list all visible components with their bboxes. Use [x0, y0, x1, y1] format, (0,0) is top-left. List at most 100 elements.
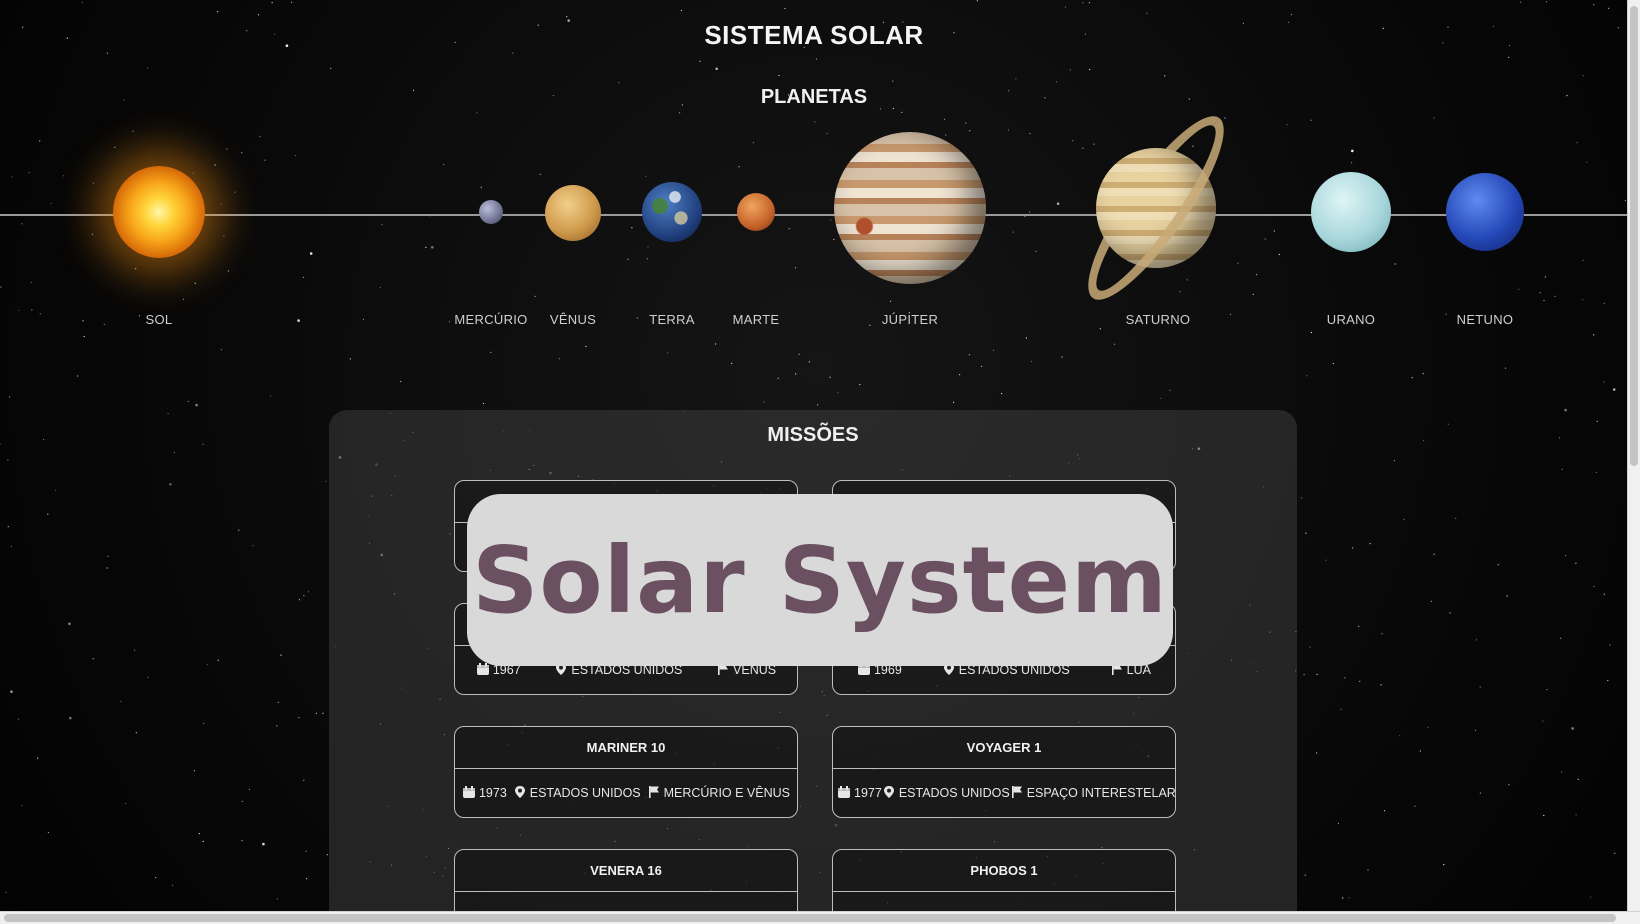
- star: [1603, 593, 1605, 595]
- star: [1088, 1, 1090, 4]
- star: [953, 401, 955, 403]
- planets-heading: PLANETAS: [760, 86, 868, 108]
- star: [1264, 238, 1266, 240]
- star: [277, 701, 279, 703]
- star: [476, 112, 478, 114]
- mission-country-value: ESTADOS UNIDOS: [529, 786, 641, 800]
- star: [814, 121, 816, 123]
- star: [715, 67, 718, 71]
- star: [217, 11, 219, 13]
- star: [1559, 437, 1561, 439]
- star: [1543, 814, 1545, 817]
- sun-image[interactable]: [113, 166, 205, 258]
- star: [241, 840, 243, 842]
- star: [202, 443, 204, 445]
- star: [1337, 822, 1339, 825]
- star: [0, 443, 1, 445]
- star: [959, 374, 961, 376]
- star: [1414, 805, 1416, 807]
- star: [1359, 680, 1361, 683]
- star: [1310, 119, 1312, 121]
- star: [1506, 595, 1508, 597]
- star: [943, 118, 946, 120]
- label-neptune: NETUNO: [1456, 312, 1514, 327]
- star: [305, 850, 307, 852]
- label-earth: TERRA: [649, 312, 695, 327]
- star: [39, 313, 41, 315]
- jupiter-image[interactable]: [834, 132, 986, 284]
- star: [302, 276, 304, 278]
- star: [1273, 230, 1275, 232]
- star: [1113, 343, 1116, 345]
- star: [1542, 720, 1544, 722]
- mission-year: 1973: [462, 785, 507, 802]
- calendar-icon: [476, 662, 490, 679]
- star: [539, 173, 541, 175]
- mercury-image[interactable]: [479, 200, 503, 224]
- horizontal-scroll-thumb[interactable]: [4, 914, 1616, 922]
- star: [252, 545, 254, 547]
- star: [826, 132, 828, 135]
- star: [31, 309, 33, 311]
- mission-info: 1977 ESTADOS UNIDOS ESPAÇO INTERESTELAR: [833, 769, 1175, 817]
- star: [135, 732, 137, 734]
- star: [715, 343, 717, 345]
- star: [1575, 814, 1577, 816]
- star: [636, 317, 638, 319]
- star: [362, 318, 364, 320]
- star: [1497, 564, 1499, 566]
- star: [443, 163, 445, 166]
- star: [1304, 874, 1306, 876]
- star: [379, 287, 381, 289]
- star: [784, 7, 786, 10]
- star: [291, 1, 293, 3]
- star: [777, 377, 779, 379]
- star: [322, 712, 324, 714]
- star: [1403, 518, 1405, 521]
- star: [138, 315, 140, 317]
- star: [1564, 408, 1567, 412]
- mission-card[interactable]: VOYAGER 1 1977 ESTADOS UNIDOS ESPAÇO INTERE…: [832, 726, 1176, 818]
- missions-heading: MISSÕES: [767, 424, 859, 446]
- star: [1358, 625, 1360, 628]
- star: [7, 459, 9, 461]
- star: [192, 172, 194, 174]
- mission-card[interactable]: MARINER 10 1973 ESTADOS UNIDOS MERCÚRIO E V…: [454, 726, 798, 818]
- vertical-scroll-thumb[interactable]: [1630, 6, 1638, 466]
- venus-image[interactable]: [545, 185, 601, 241]
- label-mercury: MERCÚRIO: [454, 312, 528, 327]
- mission-name: VOYAGER 1: [833, 727, 1175, 769]
- star: [203, 722, 205, 725]
- saturn-image[interactable]: [1056, 108, 1256, 308]
- uranus-image[interactable]: [1311, 172, 1391, 252]
- star: [1423, 439, 1425, 441]
- horizontal-scrollbar[interactable]: [0, 911, 1640, 924]
- star: [1351, 162, 1353, 164]
- neptune-image[interactable]: [1446, 173, 1524, 251]
- vertical-scrollbar[interactable]: [1627, 0, 1640, 912]
- earth-image[interactable]: [642, 182, 702, 242]
- star: [512, 52, 514, 54]
- star: [330, 67, 332, 69]
- label-uranus: URANO: [1326, 312, 1376, 327]
- star: [10, 690, 13, 693]
- star: [306, 878, 308, 880]
- star: [901, 111, 903, 113]
- star: [1554, 295, 1556, 297]
- calendar-icon: [462, 785, 476, 802]
- star: [1593, 585, 1595, 588]
- star: [147, 676, 149, 678]
- star: [39, 140, 41, 142]
- star: [7, 526, 9, 528]
- mars-image[interactable]: [737, 193, 775, 231]
- star: [43, 438, 45, 441]
- star: [1286, 124, 1288, 126]
- overlay-title: Solar System: [472, 526, 1168, 634]
- star: [193, 770, 195, 772]
- flag-icon: [1010, 785, 1024, 802]
- label-venus: VÊNUS: [549, 312, 597, 327]
- star: [18, 309, 20, 311]
- label-sun: SOL: [145, 312, 173, 327]
- star: [837, 392, 839, 394]
- star: [1561, 468, 1563, 470]
